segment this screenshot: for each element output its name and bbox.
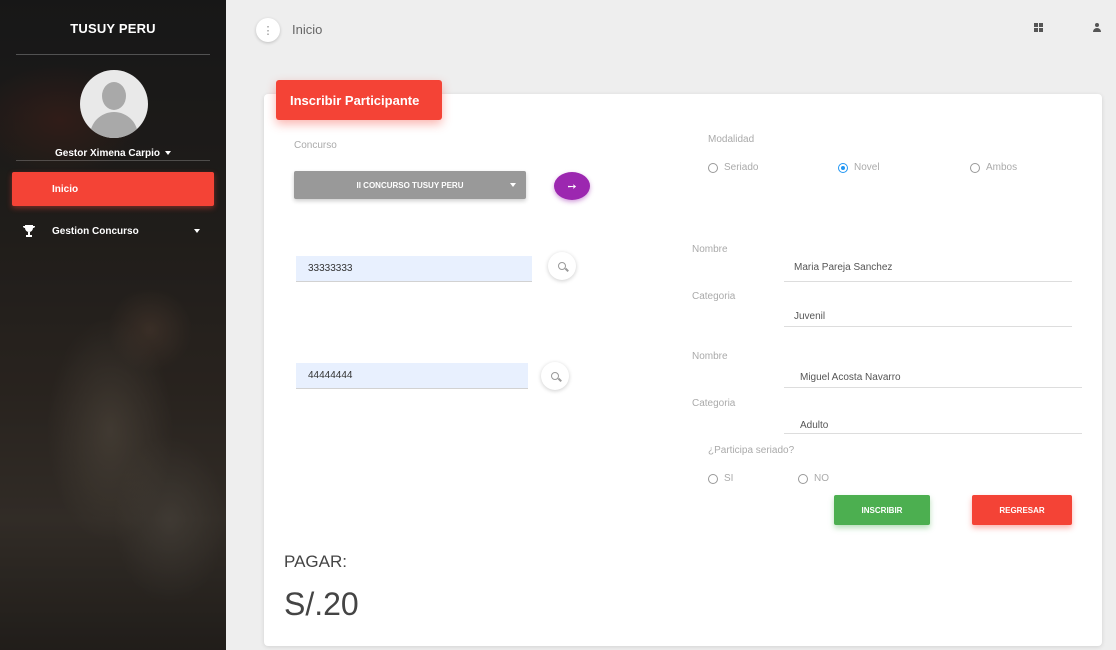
dni-input-participant-1[interactable] [296, 256, 532, 282]
radio-label: SI [724, 473, 734, 484]
categoria-value-participant-1: Juvenil [794, 311, 826, 322]
trophy-icon [22, 224, 36, 238]
search-icon [558, 262, 566, 270]
more-vertical-icon: ⋮ [262, 24, 274, 37]
radio-ambos[interactable]: Ambos [970, 162, 1017, 173]
inscribir-button[interactable]: INSCRIBIR [834, 495, 930, 525]
radio-label: NO [814, 473, 829, 484]
avatar-body-icon [90, 112, 138, 138]
radio-novel[interactable]: Novel [838, 162, 880, 173]
radio-circle-selected [838, 162, 848, 173]
user-divider [16, 160, 210, 161]
card-title: Inscribir Participante [276, 80, 442, 120]
categoria-value-participant-2: Adulto [800, 420, 829, 431]
participa-seriado-label: ¿Participa seriado? [708, 445, 795, 456]
categoria-label: Categoria [692, 398, 736, 409]
radio-circle [798, 473, 808, 484]
radio-circle [708, 473, 718, 484]
field-underline [784, 326, 1072, 327]
modalidad-label: Modalidad [708, 134, 755, 145]
search-participant-2-button[interactable] [541, 362, 569, 390]
user-name: Gestor Ximena Carpio [54, 148, 161, 159]
radio-seriado[interactable]: Seriado [708, 162, 758, 173]
arrow-right-icon: ➙ [567, 180, 577, 193]
chevron-down-icon [194, 229, 200, 233]
avatar [80, 70, 148, 138]
regresar-button[interactable]: REGRESAR [972, 495, 1072, 525]
nombre-label: Nombre [692, 351, 728, 362]
radio-label: Ambos [986, 162, 1018, 173]
avatar-head-icon [102, 82, 126, 110]
concurso-select[interactable]: II CONCURSO TUSUY PERU [294, 171, 526, 199]
search-icon [551, 372, 559, 380]
concurso-selected-value: II CONCURSO TUSUY PERU [356, 180, 464, 190]
top-navbar: ⋮ Inicio [226, 0, 1116, 60]
sidebar-item-gestion-concurso[interactable]: Gestion Concurso [12, 214, 214, 248]
radio-circle [708, 162, 718, 173]
sidebar: TUSUY PERU Gestor Ximena Carpio Inicio G… [0, 0, 226, 650]
dni-input-participant-2[interactable] [296, 363, 528, 389]
page-title: Inicio [292, 22, 323, 37]
brand-divider [16, 54, 210, 55]
field-underline [784, 281, 1072, 282]
radio-label: Seriado [724, 162, 759, 173]
radio-circle [970, 162, 980, 173]
search-participant-1-button[interactable] [548, 252, 576, 280]
dashboard-icon [22, 182, 36, 196]
brand-title[interactable]: TUSUY PERU [0, 0, 226, 56]
nombre-value-participant-1: Maria Pareja Sanchez [794, 262, 893, 273]
menu-toggle-button[interactable]: ⋮ [256, 18, 280, 42]
concurso-label: Concurso [294, 140, 337, 151]
sidebar-item-inicio[interactable]: Inicio [12, 172, 214, 206]
user-icon[interactable] [1092, 23, 1102, 33]
radio-no[interactable]: NO [798, 473, 829, 484]
dashboard-icon[interactable] [1034, 23, 1043, 32]
user-menu[interactable]: Gestor Ximena Carpio [0, 148, 226, 159]
radio-si[interactable]: SI [708, 473, 733, 484]
sidebar-item-label: Inicio [52, 183, 79, 195]
categoria-label: Categoria [692, 291, 736, 302]
chevron-down-icon [510, 183, 516, 187]
pagar-label: PAGAR: [284, 552, 347, 571]
radio-label: Novel [854, 162, 880, 173]
confirm-concurso-button[interactable]: ➙ [554, 172, 590, 200]
nombre-value-participant-2: Miguel Acosta Navarro [800, 372, 901, 383]
pagar-amount: S/.20 [284, 586, 359, 622]
chevron-down-icon [165, 151, 172, 156]
nombre-label: Nombre [692, 244, 728, 255]
sidebar-item-label: Gestion Concurso [52, 225, 139, 237]
field-underline [784, 433, 1082, 434]
field-underline [784, 387, 1082, 388]
